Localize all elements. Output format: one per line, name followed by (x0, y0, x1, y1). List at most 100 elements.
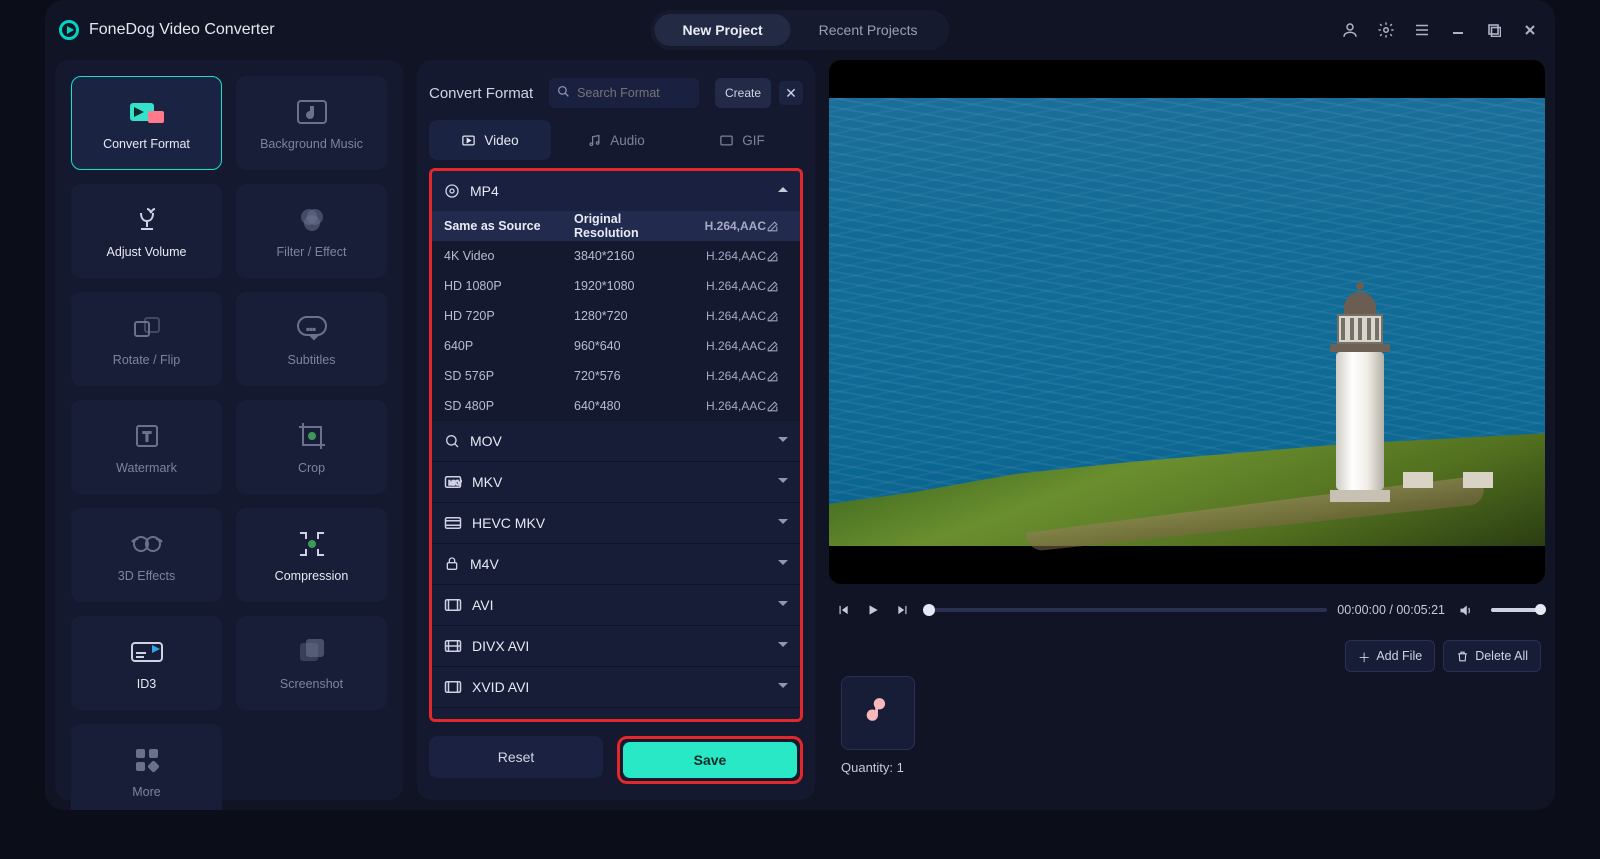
format-group-icon (444, 183, 460, 199)
preset-row[interactable]: 4K Video3840*2160H.264,AAC (432, 241, 800, 271)
format-group-label: DIVX AVI (472, 638, 529, 654)
edit-icon[interactable] (766, 340, 788, 353)
player-controls: 00:00:00 / 00:05:21 (829, 590, 1545, 630)
tab-gif[interactable]: GIF (681, 120, 803, 160)
watermark-icon: T (126, 419, 168, 453)
format-group-icon (444, 516, 462, 530)
format-group-mov[interactable]: MOV (432, 421, 800, 461)
edit-icon[interactable] (766, 220, 788, 233)
search-input[interactable] (549, 78, 699, 108)
tool-background-music[interactable]: Background Music (236, 76, 387, 170)
preset-row[interactable]: SD 480P640*480H.264,AAC (432, 391, 800, 421)
tab-new-project[interactable]: New Project (655, 14, 791, 46)
quantity-label: Quantity: 1 (841, 760, 1545, 775)
tab-recent-projects[interactable]: Recent Projects (791, 14, 946, 46)
preset-row[interactable]: 640P960*640H.264,AAC (432, 331, 800, 361)
next-icon[interactable] (893, 600, 913, 620)
format-group-hevc-mkv[interactable]: HEVC MKV (432, 503, 800, 543)
tool-adjust-volume[interactable]: Adjust Volume (71, 184, 222, 278)
format-group-label: MKV (472, 474, 502, 490)
tool-compression[interactable]: Compression (236, 508, 387, 602)
video-preview[interactable] (829, 60, 1545, 584)
window-controls (1339, 19, 1541, 41)
svg-text:…: … (306, 322, 316, 333)
window-minimize[interactable] (1447, 19, 1469, 41)
preset-row[interactable]: HD 1080P1920*1080H.264,AAC (432, 271, 800, 301)
format-group-divx-avi[interactable]: DIVX AVI (432, 626, 800, 666)
progress-bar[interactable] (923, 608, 1327, 612)
tool-label: Crop (298, 461, 325, 475)
format-group-icon (444, 598, 462, 612)
format-group-xvid-avi[interactable]: XVID AVI (432, 667, 800, 707)
add-file-button[interactable]: ＋ Add File (1345, 640, 1435, 672)
reset-button[interactable]: Reset (429, 736, 603, 778)
format-group-avi[interactable]: AVI (432, 585, 800, 625)
preset-resolution: 1280*720 (574, 309, 676, 323)
preset-row[interactable]: HD 720P1280*720H.264,AAC (432, 301, 800, 331)
close-icon[interactable]: ✕ (779, 81, 803, 105)
delete-all-button[interactable]: Delete All (1443, 640, 1541, 672)
tool-label: Watermark (116, 461, 177, 475)
filter-effect-icon (291, 203, 333, 237)
panel-header: Convert Format Create ✕ (429, 78, 803, 108)
format-group-label: HEVC MP4 (472, 720, 544, 722)
format-group-label: MP4 (470, 183, 499, 199)
format-group-hevc-mp4[interactable]: HEVC MP4 (432, 708, 800, 722)
preset-codec: H.264,AAC (676, 369, 766, 383)
preset-row[interactable]: SD 576P720*576H.264,AAC (432, 361, 800, 391)
tab-audio[interactable]: Audio (555, 120, 677, 160)
volume-slider[interactable] (1491, 608, 1541, 612)
preset-codec: H.264,AAC (676, 309, 766, 323)
edit-icon[interactable] (766, 280, 788, 293)
window-maximize[interactable] (1483, 19, 1505, 41)
trash-icon (1456, 650, 1469, 663)
format-group-mkv[interactable]: MKVMKV (432, 462, 800, 502)
format-group-icon (444, 721, 462, 722)
tool-convert-format[interactable]: Convert Format (71, 76, 222, 170)
tool-filter-effect[interactable]: Filter / Effect (236, 184, 387, 278)
format-group-m4v[interactable]: M4V (432, 544, 800, 584)
file-actions: ＋ Add File Delete All (1345, 640, 1541, 672)
edit-icon[interactable] (766, 370, 788, 383)
gear-icon[interactable] (1375, 19, 1397, 41)
tool-label: Filter / Effect (277, 245, 347, 259)
crop-icon (291, 419, 333, 453)
tool-watermark[interactable]: T Watermark (71, 400, 222, 494)
tool-subtitles[interactable]: …Subtitles (236, 292, 387, 386)
tool-screenshot[interactable]: Screenshot (236, 616, 387, 710)
volume-icon[interactable] (1455, 600, 1475, 620)
preset-codec: H.264,AAC (676, 339, 766, 353)
tool-sidebar: Convert Format Background Music Adjust Vol… (55, 60, 403, 800)
format-group-icon (444, 639, 462, 653)
tab-video[interactable]: Video (429, 120, 551, 160)
create-button[interactable]: Create (715, 78, 771, 108)
adjust-volume-icon (126, 203, 168, 237)
account-icon[interactable] (1339, 19, 1361, 41)
window-close[interactable] (1519, 19, 1541, 41)
tool-crop[interactable]: Crop (236, 400, 387, 494)
edit-icon[interactable] (766, 250, 788, 263)
tool-label: Background Music (260, 137, 363, 151)
tool-more[interactable]: More (71, 724, 222, 810)
preview-scene (829, 98, 1545, 546)
project-tabs: New Project Recent Projects (651, 10, 950, 50)
prev-icon[interactable] (833, 600, 853, 620)
edit-icon[interactable] (766, 400, 788, 413)
menu-icon[interactable] (1411, 19, 1433, 41)
save-button[interactable]: Save (623, 742, 797, 778)
app-title: FoneDog Video Converter (89, 21, 275, 39)
preset-codec: H.264,AAC (676, 219, 766, 233)
edit-icon[interactable] (766, 310, 788, 323)
svg-text:T: T (143, 429, 151, 444)
file-thumbnail[interactable] (841, 676, 915, 750)
preset-label: HD 720P (444, 309, 574, 323)
tool-rotate-flip[interactable]: Rotate / Flip (71, 292, 222, 386)
play-icon[interactable] (863, 600, 883, 620)
tool-id3[interactable]: ID3 (71, 616, 222, 710)
logo-icon (59, 20, 79, 40)
format-group-mp4[interactable]: MP4 (432, 171, 800, 211)
tool-3d-effects[interactable]: 3D Effects (71, 508, 222, 602)
preset-row[interactable]: Same as SourceOriginal ResolutionH.264,A… (432, 211, 800, 241)
tool-label: Rotate / Flip (113, 353, 180, 367)
more-icon (126, 743, 168, 777)
